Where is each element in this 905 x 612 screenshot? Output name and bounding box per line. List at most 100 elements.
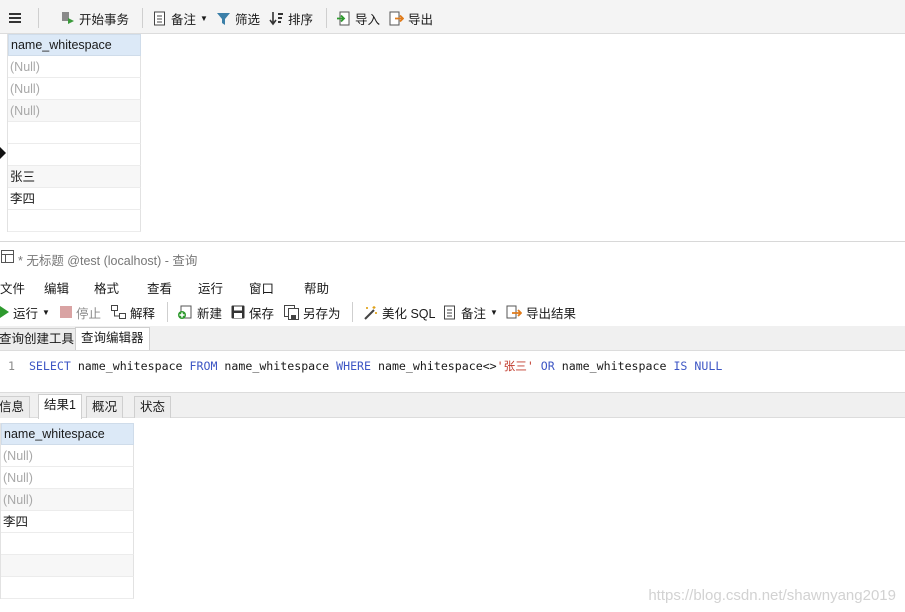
editor-tab-strip: 查询创建工具 查询编辑器 [0,326,905,351]
table-row[interactable]: 张三 [8,166,141,188]
export-label: 导出 [408,12,434,27]
row-pointer-icon [0,147,7,162]
explain-label: 解释 [130,306,156,321]
table-row[interactable]: (Null) [1,445,134,467]
export-icon [389,11,404,25]
sort-label: 排序 [288,12,314,27]
menu-help[interactable]: 帮助 [304,278,329,297]
play-icon [0,306,9,318]
beautify-sql-button[interactable]: 美化 SQL [362,304,436,321]
filter-label: 筛选 [235,12,261,27]
save-as-label: 另存为 [303,306,341,321]
table-row[interactable]: (Null) [1,467,134,489]
menu-window[interactable]: 窗口 [249,278,274,297]
tab-query-builder[interactable]: 查询创建工具 [0,328,81,350]
stop-button[interactable]: 停止 [60,304,102,321]
table-row[interactable]: (Null) [8,56,141,78]
table-row[interactable]: 李四 [1,511,134,533]
export-result-button[interactable]: 导出结果 [506,304,577,321]
table-row[interactable] [8,210,141,232]
note-button[interactable]: 备注 ▼ [153,9,208,27]
stop-label: 停止 [76,306,102,321]
table-row[interactable]: (Null) [8,100,141,122]
top-data-grid: name_whitespace (Null) (Null) (Null) 张三 … [7,34,141,232]
sql-string-literal: '张三' [496,359,534,373]
menu-view[interactable]: 查看 [147,278,172,297]
menu-run[interactable]: 运行 [198,278,223,297]
sort-icon [269,11,283,25]
filter-button[interactable]: 筛选 [216,9,260,27]
window-title-bar: * 无标题 @test (localhost) - 查询 [0,241,905,272]
table-row[interactable] [8,122,141,144]
import-button[interactable]: 导入 [336,9,380,27]
table-row[interactable] [8,144,141,166]
result-data-grid: name_whitespace (Null) (Null) (Null) 李四 [0,423,134,599]
tab-info[interactable]: 信息 [0,396,31,418]
note-button[interactable]: 备注 ▼ [443,304,498,321]
new-query-icon [178,305,192,319]
save-button[interactable]: 保存 [231,304,275,321]
sql-identifier: name_whitespace [554,359,674,373]
table-row[interactable]: (Null) [8,78,141,100]
window-title: * 无标题 @test (localhost) - 查询 [18,254,198,268]
run-label: 运行 [13,306,39,321]
menu-icon[interactable] [8,9,22,27]
sql-line[interactable]: 1 SELECT name_whitespace FROM name_white… [8,358,722,374]
new-label: 新建 [197,306,223,321]
sql-keyword: WHERE [336,359,372,373]
tab-overview[interactable]: 概况 [86,396,124,418]
note-label: 备注 [171,12,197,27]
table-row[interactable]: (Null) [1,489,134,511]
transaction-icon [62,11,74,24]
tab-query-editor[interactable]: 查询编辑器 [75,327,150,351]
begin-transaction-button[interactable]: 开始事务 [60,9,129,27]
table-row[interactable] [1,555,134,577]
menu-file[interactable]: 文件 [0,278,25,297]
stop-icon [60,306,72,318]
begin-transaction-label: 开始事务 [79,12,130,27]
sql-keyword: OR [540,359,555,373]
export-result-label: 导出结果 [526,306,577,321]
column-header[interactable]: name_whitespace [8,34,141,56]
menu-format[interactable]: 格式 [94,278,119,297]
menu-bar: 文件 编辑 格式 查看 运行 窗口 帮助 [0,272,905,298]
chevron-down-icon[interactable]: ▼ [42,308,50,317]
table-row[interactable] [1,577,134,599]
chevron-down-icon[interactable]: ▼ [200,14,208,23]
filter-icon [217,12,230,25]
sql-keyword: SELECT [28,359,71,373]
query-window-icon [1,250,14,263]
save-icon [231,305,245,319]
sort-button[interactable]: 排序 [269,9,313,27]
table-row[interactable] [1,533,134,555]
import-icon [337,11,350,25]
menu-edit[interactable]: 编辑 [44,278,69,297]
line-number: 1 [8,359,15,373]
save-label: 保存 [249,306,275,321]
run-button[interactable]: 运行 ▼ [0,304,50,321]
explain-button[interactable]: 解释 [111,304,156,321]
tab-result-1[interactable]: 结果1 [38,394,82,419]
magic-wand-icon [364,305,377,320]
top-toolbar: 开始事务 备注 ▼ 筛选 排序 导入 导出 [0,0,905,34]
sql-editor[interactable]: 1 SELECT name_whitespace FROM name_white… [0,350,905,390]
explain-icon [111,305,126,319]
save-as-button[interactable]: 另存为 [284,304,341,321]
new-button[interactable]: 新建 [177,304,223,321]
sql-keyword: IS NULL [673,359,723,373]
sql-keyword: FROM [189,359,218,373]
table-row[interactable]: 李四 [8,188,141,210]
result-tab-strip: 信息 结果1 概况 状态 [0,392,905,419]
sql-identifier: name_whitespace [217,359,337,373]
export-button[interactable]: 导出 [389,9,433,27]
query-toolbar: 运行 ▼ 停止 解释 新建 保存 另存为 美化 SQL 备注 ▼ 导出结果 [0,298,905,326]
column-header[interactable]: name_whitespace [1,423,134,445]
watermark: https://blog.csdn.net/shawnyang2019 [648,587,896,604]
beautify-sql-label: 美化 SQL [382,306,436,321]
save-as-icon [284,304,299,320]
chevron-down-icon[interactable]: ▼ [490,308,498,317]
sql-identifier: name_whitespace<> [371,359,497,373]
note-label: 备注 [461,306,487,321]
tab-status[interactable]: 状态 [134,396,172,418]
sql-identifier: name_whitespace [70,359,190,373]
